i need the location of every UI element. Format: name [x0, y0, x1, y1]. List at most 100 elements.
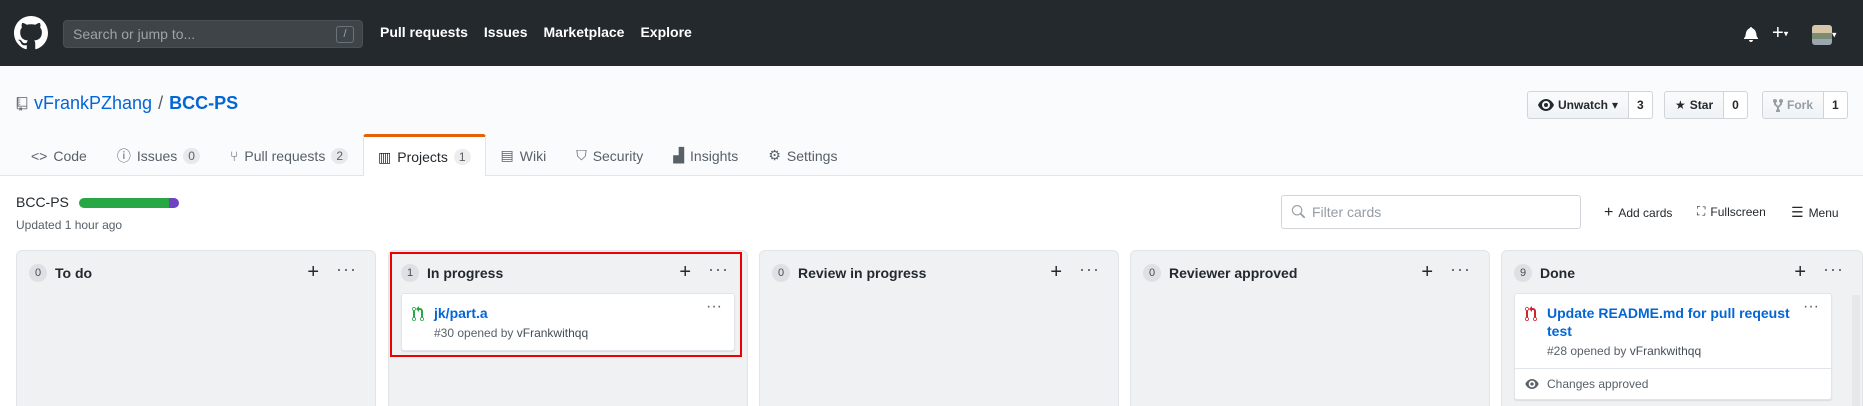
column-count: 9 [1514, 264, 1532, 282]
column-scrollbar[interactable] [1852, 295, 1860, 406]
star-button[interactable]: ★ Star [1664, 91, 1725, 119]
column-title: Done [1540, 265, 1575, 281]
add-cards-button[interactable]: + Add cards [1604, 204, 1672, 222]
github-logo-icon[interactable] [14, 16, 48, 50]
tab-label: Projects [397, 149, 448, 165]
column-title: To do [55, 265, 93, 281]
wiki-icon: ▤ [500, 147, 514, 163]
plus-icon: + [1604, 204, 1614, 221]
tab-label: Wiki [519, 147, 547, 164]
repo-owner-link[interactable]: vFrankPZhang [34, 93, 152, 114]
filter-placeholder: Filter cards [1312, 204, 1382, 220]
caret-down-icon: ▾ [1832, 29, 1837, 40]
create-new-dropdown[interactable]: +▾ [1772, 22, 1789, 44]
review-status-text: Changes approved [1547, 377, 1649, 391]
menu-label: Menu [1808, 205, 1839, 220]
pull-request-icon: ⑂ [229, 147, 239, 164]
repo-title: vFrankPZhang / BCC-PS [16, 93, 238, 114]
issue-icon: ⓘ [116, 147, 131, 164]
project-name[interactable]: BCC-PS [16, 194, 69, 210]
tab-projects[interactable]: ▥ Projects 1 [363, 134, 486, 177]
column-title: Review in progress [798, 265, 927, 281]
nav-explore[interactable]: Explore [640, 24, 691, 40]
add-card-icon[interactable]: + [1794, 261, 1806, 284]
column-menu-icon[interactable]: ··· [1079, 259, 1100, 280]
tab-label: Issues [136, 147, 178, 164]
tab-label: Pull requests [244, 147, 326, 164]
repo-icon [16, 96, 28, 111]
star-group: ★ Star 0 [1664, 91, 1748, 119]
pull-request-card[interactable]: Update README.md for pull reqeust test #… [1514, 293, 1832, 400]
caret-down-icon: ▾ [1783, 28, 1789, 39]
column-count: 0 [772, 264, 790, 282]
plus-icon: + [1772, 22, 1784, 44]
repo-head: vFrankPZhang / BCC-PS Unwatch ▾ 3 ★ Star … [0, 66, 1863, 177]
fullscreen-label: Fullscreen [1710, 204, 1766, 219]
watch-count[interactable]: 3 [1629, 91, 1653, 119]
project-board: 0 To do + ··· 1 In progress + ··· jk/par… [0, 246, 1863, 406]
tab-label: Insights [690, 147, 739, 164]
fork-label: Fork [1787, 98, 1814, 112]
search-input[interactable]: Search or jump to... / [63, 20, 363, 48]
fork-count[interactable]: 1 [1824, 91, 1848, 119]
unwatch-button[interactable]: Unwatch ▾ [1527, 91, 1630, 119]
star-label: Star [1689, 98, 1714, 112]
tab-counter: 0 [183, 147, 200, 164]
project-updated-text: Updated 1 hour ago [16, 218, 123, 232]
project-icon: ▥ [378, 148, 392, 165]
column-count: 0 [1143, 264, 1161, 282]
tab-counter: 2 [331, 147, 349, 164]
search-icon [1291, 205, 1305, 219]
column-title: Reviewer approved [1169, 265, 1298, 281]
bell-icon[interactable] [1743, 26, 1759, 42]
column-menu-icon[interactable]: ··· [1450, 259, 1471, 280]
global-header: Search or jump to... / Pull requests Iss… [0, 0, 1863, 66]
card-menu-icon[interactable]: ··· [1803, 298, 1819, 316]
tab-label: Settings [786, 147, 838, 164]
tab-insights[interactable]: ▟ Insights [658, 134, 753, 176]
tab-label: Security [592, 147, 644, 164]
add-card-icon[interactable]: + [1421, 261, 1433, 284]
search-placeholder: Search or jump to... [73, 26, 196, 42]
star-icon: ★ [1675, 98, 1686, 112]
column-menu-icon[interactable]: ··· [1823, 259, 1844, 280]
repo-name-link[interactable]: BCC-PS [169, 93, 238, 114]
filter-cards-input[interactable]: Filter cards [1281, 195, 1581, 229]
card-title-link[interactable]: Update README.md for pull reqeust test [1547, 304, 1821, 340]
menu-button[interactable]: ☰ Menu [1791, 204, 1839, 221]
fullscreen-button[interactable]: ⛶ Fullscreen [1697, 204, 1766, 219]
tab-code[interactable]: <> Code [16, 134, 102, 176]
add-card-icon[interactable]: + [307, 261, 319, 284]
fork-group: Fork 1 [1762, 91, 1848, 119]
card-review-status: Changes approved [1515, 368, 1831, 399]
add-cards-label: Add cards [1618, 206, 1673, 220]
card-meta-text: #28 opened by [1547, 344, 1630, 358]
nav-marketplace[interactable]: Marketplace [544, 24, 625, 40]
add-card-icon[interactable]: + [1050, 261, 1062, 284]
column-to-do: 0 To do + ··· [16, 250, 376, 406]
closed-pull-request-icon [1525, 306, 1537, 321]
column-menu-icon[interactable]: ··· [336, 259, 357, 280]
caret-down-icon: ▾ [1612, 98, 1619, 112]
tab-issues[interactable]: ⓘ Issues 0 [102, 134, 215, 176]
tab-security[interactable]: ⛉ Security [561, 134, 658, 176]
user-menu-dropdown[interactable]: ▾ [1812, 25, 1837, 45]
column-header: 9 Done + ··· [1514, 259, 1852, 284]
column-count: 0 [29, 264, 47, 282]
nav-pull-requests[interactable]: Pull requests [380, 24, 468, 40]
card-author-link[interactable]: vFrankwithqq [1630, 344, 1701, 358]
watch-group: Unwatch ▾ 3 [1527, 91, 1653, 119]
unwatch-label: Unwatch [1558, 98, 1609, 112]
tab-label: Code [53, 147, 87, 164]
nav-issues[interactable]: Issues [484, 24, 528, 40]
search-shortcut-hint: / [336, 26, 354, 43]
tab-pull-requests[interactable]: ⑂ Pull requests 2 [215, 134, 363, 176]
eye-icon [1525, 379, 1539, 389]
star-count[interactable]: 0 [1724, 91, 1748, 119]
fork-button[interactable]: Fork [1762, 91, 1825, 119]
global-nav: Pull requests Issues Marketplace Explore [380, 24, 692, 40]
tab-settings[interactable]: ⚙ Settings [753, 134, 852, 176]
card-body: Update README.md for pull reqeust test #… [1515, 294, 1831, 368]
tab-wiki[interactable]: ▤ Wiki [486, 134, 562, 176]
fullscreen-icon: ⛶ [1697, 204, 1706, 218]
